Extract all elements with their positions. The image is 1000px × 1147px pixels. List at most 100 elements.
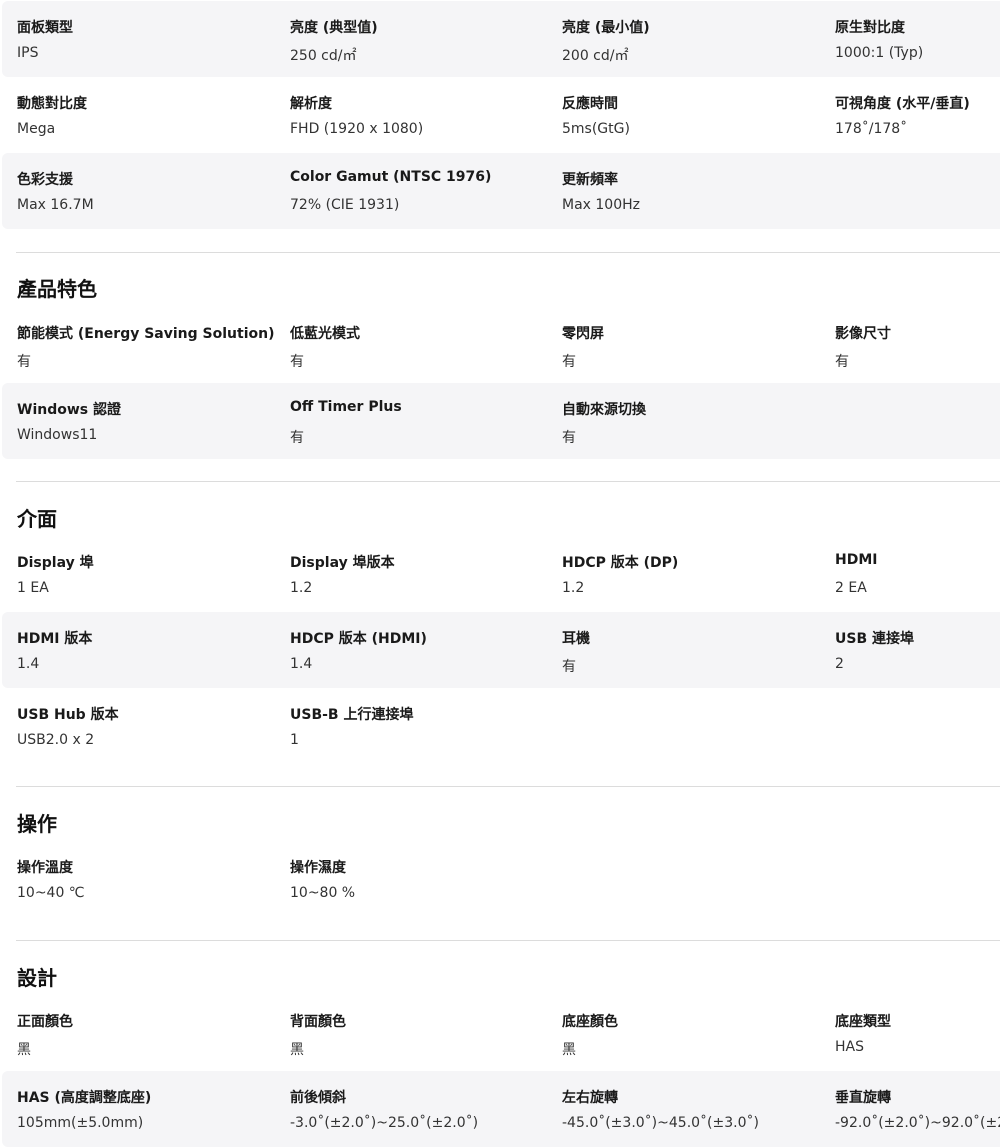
spec-value: 1.4 <box>290 656 313 672</box>
spec-value: 有 <box>562 354 576 370</box>
spec-label: USB-B 上行連接埠 <box>290 707 414 723</box>
spec-value: 200 cd/㎡ <box>562 48 629 64</box>
spec-label: 背面顏色 <box>290 1014 346 1030</box>
spec-label: 原生對比度 <box>835 20 905 36</box>
spec-label: 影像尺寸 <box>835 326 891 342</box>
spec-value: 1.2 <box>290 580 313 596</box>
spec-value: 1 EA <box>17 580 49 596</box>
spec-label: 解析度 <box>290 96 332 112</box>
spec-item-brightness-min: 亮度 (最小值) 200 cd/㎡ <box>562 1 822 77</box>
spec-label: HDMI 版本 <box>17 631 93 647</box>
spec-item-stand-color: 底座顏色 黑 <box>562 995 822 1071</box>
spec-item-hdcp-dp: HDCP 版本 (DP) 1.2 <box>562 536 822 612</box>
spec-value: 有 <box>562 659 576 675</box>
spec-row: 色彩支援 Max 16.7M Color Gamut (NTSC 1976) 7… <box>2 153 1000 229</box>
spec-value: 黑 <box>290 1042 304 1058</box>
spec-value: -45.0˚(±3.0˚)~45.0˚(±3.0˚) <box>562 1115 759 1131</box>
spec-label: 正面顏色 <box>17 1014 73 1030</box>
spec-label: Windows 認證 <box>17 402 121 418</box>
spec-value: 72% (CIE 1931) <box>290 197 400 213</box>
spec-label: 亮度 (典型值) <box>290 20 378 36</box>
spec-item-flicker-free: 零閃屏 有 <box>562 307 822 383</box>
spec-label: Display 埠 <box>17 555 94 571</box>
spec-item-resolution: 解析度 FHD (1920 x 1080) <box>290 77 550 153</box>
spec-label: 色彩支援 <box>17 172 73 188</box>
spec-label: HDCP 版本 (HDMI) <box>290 631 427 647</box>
spec-label: 操作溫度 <box>17 860 73 876</box>
spec-item-image-size: 影像尺寸 有 <box>835 307 1000 383</box>
spec-item-headphone: 耳機 有 <box>562 612 822 688</box>
spec-label: 亮度 (最小值) <box>562 20 650 36</box>
spec-label: 低藍光模式 <box>290 326 360 342</box>
spec-row: Display 埠 1 EA Display 埠版本 1.2 HDCP 版本 (… <box>2 536 1000 612</box>
section-divider <box>16 252 1000 253</box>
spec-item-brightness-typical: 亮度 (典型值) 250 cd/㎡ <box>290 1 550 77</box>
spec-value: 10~80 % <box>290 885 356 901</box>
section-divider <box>16 940 1000 941</box>
spec-label: 節能模式 (Energy Saving Solution) <box>17 326 275 342</box>
spec-label: 底座類型 <box>835 1014 891 1030</box>
spec-value: 1.4 <box>17 656 40 672</box>
spec-value: 黑 <box>17 1042 31 1058</box>
spec-value: 黑 <box>562 1042 576 1058</box>
spec-label: 動態對比度 <box>17 96 87 112</box>
spec-item-stand-type: 底座類型 HAS <box>835 995 1000 1071</box>
spec-item-operating-humidity: 操作濕度 10~80 % <box>290 841 550 917</box>
spec-item-operating-temperature: 操作溫度 10~40 ℃ <box>17 841 277 917</box>
spec-value: 250 cd/㎡ <box>290 48 357 64</box>
spec-item-contrast-ratio: 原生對比度 1000:1 (Typ) <box>835 1 1000 77</box>
spec-item-pivot: 垂直旋轉 -92.0˚(±2.0˚)~92.0˚(±2.0˚) <box>835 1071 1000 1147</box>
spec-item-displayport: Display 埠 1 EA <box>17 536 277 612</box>
spec-item-auto-source-switch: 自動來源切換 有 <box>562 383 822 459</box>
spec-value: 有 <box>562 430 576 446</box>
spec-label: 垂直旋轉 <box>835 1090 891 1106</box>
section-divider <box>16 786 1000 787</box>
spec-item-dynamic-contrast: 動態對比度 Mega <box>17 77 277 153</box>
spec-item-usb-ports: USB 連接埠 2 <box>835 612 1000 688</box>
spec-value: 1000:1 (Typ) <box>835 45 924 61</box>
spec-item-color-support: 色彩支援 Max 16.7M <box>17 153 277 229</box>
spec-value: Mega <box>17 121 56 137</box>
spec-value: Max 100Hz <box>562 197 640 213</box>
spec-label: USB 連接埠 <box>835 631 914 647</box>
spec-item-height-adjust: HAS (高度調整底座) 105mm(±5.0mm) <box>17 1071 277 1147</box>
spec-label: Display 埠版本 <box>290 555 395 571</box>
spec-item-displayport-version: Display 埠版本 1.2 <box>290 536 550 612</box>
spec-item-off-timer-plus: Off Timer Plus 有 <box>290 383 550 459</box>
spec-label: HDMI <box>835 552 878 568</box>
spec-item-hdmi: HDMI 2 EA <box>835 536 1000 612</box>
spec-value: HAS <box>835 1039 864 1055</box>
spec-item-windows-cert: Windows 認證 Windows11 <box>17 383 277 459</box>
spec-item-tilt: 前後傾斜 -3.0˚(±2.0˚)~25.0˚(±2.0˚) <box>290 1071 550 1147</box>
spec-value: IPS <box>17 45 39 61</box>
spec-value: 有 <box>290 354 304 370</box>
spec-item-color-gamut: Color Gamut (NTSC 1976) 72% (CIE 1931) <box>290 153 550 229</box>
spec-label: Color Gamut (NTSC 1976) <box>290 169 492 185</box>
spec-value: 2 <box>835 656 844 672</box>
spec-label: 更新頻率 <box>562 172 618 188</box>
spec-row: USB Hub 版本 USB2.0 x 2 USB-B 上行連接埠 1 <box>2 688 1000 764</box>
spec-label: USB Hub 版本 <box>17 707 119 723</box>
spec-item-front-color: 正面顏色 黑 <box>17 995 277 1071</box>
spec-row: HAS (高度調整底座) 105mm(±5.0mm) 前後傾斜 -3.0˚(±2… <box>2 1071 1000 1147</box>
spec-value: USB2.0 x 2 <box>17 732 95 748</box>
spec-value: 1 <box>290 732 299 748</box>
spec-value: -92.0˚(±2.0˚)~92.0˚(±2.0˚) <box>835 1115 1000 1131</box>
spec-item-hdmi-version: HDMI 版本 1.4 <box>17 612 277 688</box>
spec-item-energy-saving: 節能模式 (Energy Saving Solution) 有 <box>17 307 277 383</box>
section-divider <box>16 481 1000 482</box>
spec-item-viewing-angle: 可視角度 (水平/垂直) 178˚/178˚ <box>835 77 1000 153</box>
spec-value: 178˚/178˚ <box>835 121 908 137</box>
spec-value: 2 EA <box>835 580 867 596</box>
spec-row: 正面顏色 黑 背面顏色 黑 底座顏色 黑 底座類型 HAS <box>2 995 1000 1071</box>
spec-label: 可視角度 (水平/垂直) <box>835 96 970 112</box>
section-title-features: 產品特色 <box>17 277 97 301</box>
spec-label: 耳機 <box>562 631 590 647</box>
spec-value: 有 <box>17 354 31 370</box>
spec-item-response-time: 反應時間 5ms(GtG) <box>562 77 822 153</box>
spec-row: 動態對比度 Mega 解析度 FHD (1920 x 1080) 反應時間 5m… <box>2 77 1000 153</box>
spec-label: 反應時間 <box>562 96 618 112</box>
spec-label: 零閃屏 <box>562 326 604 342</box>
spec-row: Windows 認證 Windows11 Off Timer Plus 有 自動… <box>2 383 1000 459</box>
spec-label: 自動來源切換 <box>562 402 646 418</box>
